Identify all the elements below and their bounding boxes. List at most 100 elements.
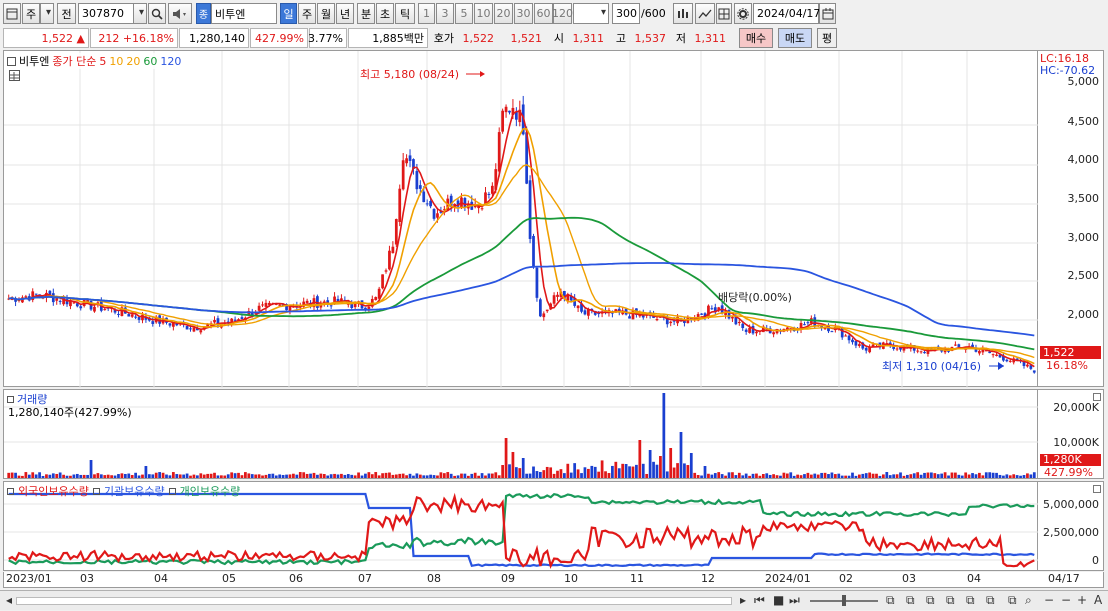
interval-year[interactable]: 년 [336, 3, 354, 24]
zoom-in-icon[interactable]: + [1077, 593, 1087, 607]
interval-tick[interactable]: 틱 [395, 3, 415, 24]
fast-forward-icon[interactable]: ⏭ [789, 593, 800, 608]
search-icon[interactable] [148, 3, 166, 24]
price-change-pct: +16.18% [122, 31, 174, 45]
legend-ma-120: 120 [160, 54, 182, 68]
price-tick-3500: 3,500 [1067, 192, 1100, 205]
average-button[interactable]: 평 [817, 28, 837, 48]
view-icon[interactable]: ⧉ [966, 593, 975, 608]
interval-second[interactable]: 초 [376, 3, 394, 24]
chart-toolbar: 주 전 307870 종 비투엔 일 주 월 년 분 초 틱 1 3 5 10 … [0, 3, 1108, 25]
grid-icon[interactable] [716, 3, 732, 24]
data-count-input[interactable]: 300 [612, 3, 640, 24]
table-icon[interactable] [9, 70, 20, 81]
trendline-icon[interactable] [695, 3, 715, 24]
price-tick-2500: 2,500 [1067, 269, 1100, 282]
horizontal-scrollbar[interactable] [16, 597, 732, 605]
rewind-icon[interactable]: ⏮ [754, 593, 765, 608]
view-icon[interactable]: ⧉ [886, 593, 895, 608]
x-label: 02 [839, 572, 853, 585]
zoom-out-icon[interactable]: − [1061, 593, 1071, 607]
custom-interval-dropdown[interactable] [573, 3, 609, 24]
minute-20[interactable]: 20 [494, 3, 513, 24]
pane-close-icon[interactable] [1093, 485, 1101, 493]
scroll-right-icon[interactable]: ▸ [740, 593, 746, 607]
x-label: 05 [222, 572, 236, 585]
zoom-search-icon[interactable]: ⌕ [1025, 593, 1032, 608]
calendar-icon[interactable] [819, 3, 836, 24]
legend-institution: 기관보유수량 [103, 485, 165, 498]
open-label: 시 [553, 32, 564, 45]
minute-120[interactable]: 120 [552, 3, 573, 24]
view-icon[interactable]: ⧉ [906, 593, 915, 608]
holdings-tick-0: 0 [1092, 554, 1099, 567]
high-price: 1,537 [634, 31, 667, 45]
minute-1[interactable]: 1 [418, 3, 435, 24]
view-icon[interactable]: ⧉ [986, 593, 995, 608]
crosshair-icon[interactable] [673, 3, 693, 24]
period-dropdown[interactable] [40, 3, 54, 24]
ask-label: 호가 [433, 32, 454, 45]
legend-box-icon[interactable] [92, 487, 100, 495]
x-label: 08 [427, 572, 441, 585]
interval-minute[interactable]: 분 [357, 3, 375, 24]
volume-tick-10000k: 10,000K [1053, 436, 1099, 449]
scroll-left-icon[interactable]: ◂ [6, 593, 12, 607]
data-count-max: /600 [641, 7, 666, 20]
speaker-icon[interactable] [168, 3, 192, 24]
interval-week[interactable]: 주 [298, 3, 316, 24]
volume-chart-pane[interactable]: 거래량 1,280,140주(427.99%) [3, 389, 1039, 479]
low-price: 1,311 [694, 31, 727, 45]
x-label: 2024/01 [765, 572, 811, 585]
date-input[interactable]: 2024/04/17 [753, 3, 820, 24]
view-icon[interactable]: ⧉ [926, 593, 935, 608]
period-button[interactable]: 주 [22, 3, 40, 24]
pane-close-icon[interactable] [1093, 393, 1101, 401]
current-price-tag: 1,522 [1040, 346, 1101, 359]
current-pct-tag: 16.18% [1046, 359, 1088, 372]
minute-30[interactable]: 30 [514, 3, 533, 24]
price-chart-pane[interactable]: 비투엔 종가 단순 5 10 20 60 120 최고 5,180 (08/24… [3, 50, 1039, 388]
legend-ma-10: 10 [109, 54, 124, 68]
legend-ma-label: 종가 단순 [52, 55, 97, 68]
buy-button[interactable]: 매수 [739, 28, 773, 48]
legend-box-icon[interactable] [7, 56, 16, 66]
copy-icon[interactable]: ⧉ [1008, 593, 1017, 608]
font-size-icon[interactable]: A [1094, 593, 1102, 607]
legend-ma-60: 60 [143, 54, 158, 68]
stop-icon[interactable]: ■ [773, 593, 784, 607]
zoom-slider-handle[interactable] [842, 595, 846, 606]
stock-code-dropdown[interactable] [133, 3, 147, 24]
holdings-tick-2-5m: 2,500,000 [1043, 526, 1099, 539]
settings-icon[interactable] [734, 3, 752, 24]
price-chart [4, 51, 1039, 388]
zoom-out-icon[interactable]: − [1044, 593, 1054, 607]
interval-month[interactable]: 월 [317, 3, 335, 24]
minute-10[interactable]: 10 [474, 3, 493, 24]
minute-5[interactable]: 5 [455, 3, 473, 24]
volume-pct: 427.99% [250, 28, 308, 48]
chart-navigation-bar: ◂ ▸ ⏮ ■ ⏭ ⧉ ⧉ ⧉ ⧉ ⧉ ⧉ ⧉ ⌕ − − + A [0, 590, 1108, 610]
volume-chart [4, 393, 1039, 478]
date-axis: 2023/01 03 04 05 06 07 08 09 10 11 12 20… [3, 572, 1104, 588]
x-label: 07 [358, 572, 372, 585]
holdings-chart-pane[interactable]: 외국인보유수량 기관보유수량 개인보유수량 [3, 481, 1039, 571]
minute-3[interactable]: 3 [436, 3, 454, 24]
legend-individual: 개인보유수량 [179, 485, 241, 498]
minute-60[interactable]: 60 [534, 3, 553, 24]
interval-day[interactable]: 일 [280, 3, 297, 24]
trade-amount-unit: 백만 [403, 32, 424, 45]
trade-amount: 1,885 [372, 31, 404, 45]
layout-icon[interactable] [3, 3, 21, 24]
legend-box-icon[interactable] [7, 487, 14, 495]
view-icon[interactable]: ⧉ [946, 593, 955, 608]
legend-box-icon[interactable] [7, 395, 14, 403]
prev-button[interactable]: 전 [57, 3, 76, 24]
stock-code-input[interactable]: 307870 [78, 3, 134, 24]
x-label: 04 [154, 572, 168, 585]
volume-tick-20000k: 20,000K [1053, 401, 1099, 414]
legend-box-icon[interactable] [168, 487, 176, 495]
stock-name-field[interactable]: 비투엔 [211, 3, 277, 24]
sell-button[interactable]: 매도 [778, 28, 812, 48]
price-tick-2000: 2,000 [1067, 308, 1100, 321]
